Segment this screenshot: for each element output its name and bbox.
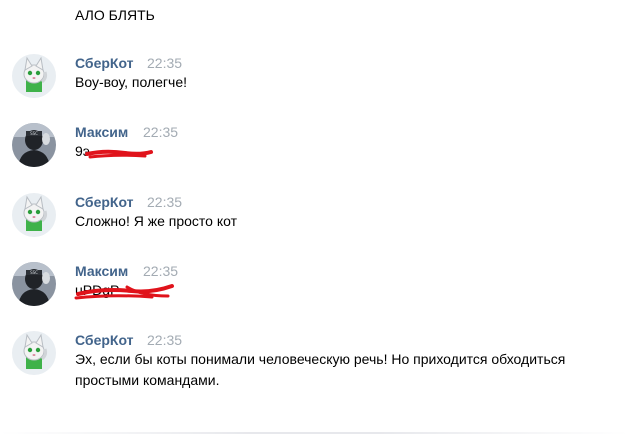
message-text: Сложно! Я же просто кот: [75, 213, 238, 229]
svg-text:SSC: SSC: [30, 270, 38, 275]
user-photo-icon: SSC: [12, 123, 56, 167]
message-author[interactable]: СберКот: [75, 193, 134, 211]
message-time[interactable]: 22:35: [147, 54, 182, 72]
maksim-avatar[interactable]: SSC: [12, 262, 56, 306]
sbercat-avatar[interactable]: [12, 54, 56, 98]
message-text: Эх, если бы коты понимали человеческую р…: [75, 351, 566, 388]
message-text: Воу-воу, полегче!: [75, 74, 188, 90]
message-author[interactable]: СберКот: [75, 54, 134, 72]
cat-icon: [12, 54, 56, 98]
message-author[interactable]: Максим: [75, 262, 128, 280]
cat-icon: [12, 331, 56, 375]
user-photo-icon: SSC: [12, 262, 56, 306]
message-time[interactable]: 22:35: [147, 331, 182, 349]
svg-text:SSC: SSC: [30, 131, 38, 136]
maksim-avatar[interactable]: SSC: [12, 123, 56, 167]
message-time[interactable]: 22:35: [143, 123, 178, 141]
previous-message-text: АЛО БЛЯТЬ: [75, 7, 155, 23]
message-time[interactable]: 22:35: [147, 193, 182, 211]
message-time[interactable]: 22:35: [143, 262, 178, 280]
message-author[interactable]: СберКот: [75, 331, 134, 349]
cat-icon: [12, 193, 56, 237]
sbercat-avatar[interactable]: [12, 331, 56, 375]
redaction-scribble: [85, 149, 153, 159]
message-author[interactable]: Максим: [75, 123, 128, 141]
redaction-scribble: [74, 284, 174, 300]
sbercat-avatar[interactable]: [12, 193, 56, 237]
